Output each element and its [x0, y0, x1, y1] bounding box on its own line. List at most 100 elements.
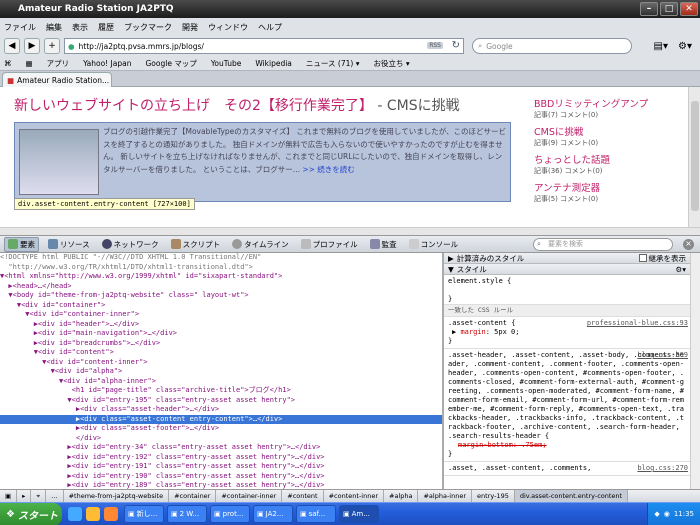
tray-icon[interactable]: ◆ [654, 510, 659, 518]
menu-develop[interactable]: 開発 [182, 22, 198, 33]
page-menu-icon[interactable]: ▤▾ [654, 41, 668, 52]
dom-node-line[interactable]: ▶<div id="entry-189" class="entry-asset … [0, 481, 442, 489]
taskbar-button[interactable]: ▣ JA2... [253, 505, 293, 523]
dom-node-line[interactable]: ▼<div id="container-inner"> [0, 310, 442, 320]
menu-edit[interactable]: 編集 [46, 22, 62, 33]
element-search-input[interactable]: 要素を検索 [533, 237, 673, 251]
breadcrumb-item[interactable]: #content-inner [324, 490, 385, 502]
settings-gear-icon[interactable]: ⚙▾ [678, 41, 692, 52]
computed-style-section[interactable]: ▶ 計算済みのスタイル 継承を表示 [444, 253, 690, 264]
ie-icon[interactable] [68, 507, 82, 521]
rss-badge[interactable]: RSS [427, 42, 443, 49]
dom-node-line[interactable]: ▶<div id="main-navigation">…</div> [0, 329, 442, 339]
rule-source-link[interactable]: professional-blue.css:93 [587, 319, 688, 328]
menu-file[interactable]: ファイル [4, 22, 36, 33]
css-rule-asset-content[interactable]: .asset-content { professional-blue.css:9… [444, 317, 690, 349]
top-sites-icon[interactable]: ▦ [26, 59, 33, 68]
dom-node-line[interactable]: ▼<div id="alpha"> [0, 367, 442, 377]
dom-node-line[interactable]: ▶<div id="header">…</div> [0, 320, 442, 330]
close-button[interactable]: ✕ [680, 2, 698, 16]
bookmark-yahoo[interactable]: Yahoo! Japan [83, 59, 131, 68]
bookmark-news[interactable]: ニュース (71) ▾ [306, 58, 360, 69]
taskbar-button[interactable]: ▣ 新し... [124, 505, 164, 523]
breadcrumb-item[interactable]: #alpha-inner [418, 490, 473, 502]
rule-source-link[interactable]: blog.css:270 [637, 464, 688, 473]
tab-resources[interactable]: リソース [45, 238, 93, 251]
dom-node-line[interactable]: ▶<div id="entry-190" class="entry-asset … [0, 472, 442, 482]
minimize-button[interactable]: – [640, 2, 658, 16]
dom-node-line[interactable]: ▼<div id="entry-195" class="entry-asset … [0, 396, 442, 406]
firefox-icon[interactable] [104, 507, 118, 521]
dom-node-line[interactable]: ▶<div id="entry-192" class="entry-asset … [0, 453, 442, 463]
taskbar-button[interactable]: ▣ 2 W... [167, 505, 207, 523]
breadcrumb-item[interactable]: entry-195 [472, 490, 515, 502]
bookmark-youtube[interactable]: YouTube [211, 59, 242, 68]
breadcrumb-item[interactable]: #theme-from-ja2ptq-website [64, 490, 170, 502]
dom-node-line[interactable]: "http://www.w3.org/TR/xhtml1/DTD/xhtml1-… [0, 263, 442, 273]
back-button[interactable]: ◀ [4, 38, 20, 54]
css-rule-blog[interactable]: blog.css:309 .asset-header, .asset-conte… [444, 349, 690, 462]
overridden-property[interactable]: margin-bottom: .75em; [448, 441, 686, 450]
read-more-link[interactable]: >> 続きを読む [302, 165, 354, 174]
menu-history[interactable]: 履歴 [98, 22, 114, 33]
dom-node-line[interactable]: ▶<div class="asset-content entry-content… [0, 414, 442, 424]
start-button[interactable]: ❖ スタート [0, 502, 62, 525]
reload-icon[interactable]: ↻ [452, 40, 460, 51]
bookmark-useful[interactable]: お役立ち ▾ [373, 58, 409, 69]
close-inspector-icon[interactable]: × [683, 238, 694, 250]
tab-audits[interactable]: 監査 [367, 238, 400, 251]
reading-list-icon[interactable]: ⌘ [4, 59, 12, 68]
breadcrumb-item-selected[interactable]: div.asset-content.entry-content [514, 490, 629, 502]
page-title[interactable]: 新しいウェブサイトの立ち上げ その2【移行作業完了】 - CMSに挑戦 [14, 95, 460, 115]
clock[interactable]: 11:35 [674, 510, 694, 518]
maximize-button[interactable]: □ [660, 2, 678, 16]
dom-node-line[interactable]: ▶<div class="asset-header">…</div> [0, 405, 442, 415]
tray-icon[interactable]: ◉ [664, 510, 670, 518]
category-link[interactable]: BBDリミッティングアンプ [534, 96, 684, 110]
page-horizontal-scrollbar[interactable] [0, 227, 700, 235]
bookmark-apps[interactable]: アプリ [47, 58, 70, 69]
breadcrumb-item[interactable]: #content [282, 490, 324, 502]
rule-property[interactable]: ▶ margin: 5px 0; [448, 328, 686, 337]
breadcrumb-item[interactable]: #alpha [384, 490, 419, 502]
tab-profiles[interactable]: プロファイル [298, 238, 361, 251]
menu-bookmarks[interactable]: ブックマーク [124, 22, 172, 33]
tab-scripts[interactable]: スクリプト [168, 238, 224, 251]
menu-help[interactable]: ヘルプ [258, 22, 282, 33]
bookmark-wikipedia[interactable]: Wikipedia [255, 59, 292, 68]
scrollbar-thumb[interactable] [691, 101, 699, 211]
breadcrumb-item[interactable]: #container [169, 490, 217, 502]
dom-node-line[interactable]: ▼<div id="container"> [0, 301, 442, 311]
dom-node-line[interactable]: ▶<div id="breadcrumbs">…</div> [0, 339, 442, 349]
dom-node-line[interactable]: ▼<html xmlns="http://www.w3.org/1999/xht… [0, 272, 442, 282]
article-thumbnail[interactable] [19, 129, 99, 195]
dom-node-line[interactable]: ▼<div id="content-inner"> [0, 358, 442, 368]
search-field[interactable]: ⌕ Google [472, 38, 632, 54]
media-icon[interactable] [86, 507, 100, 521]
taskbar-button[interactable]: ▣ saf... [296, 505, 336, 523]
styles-gear-icon[interactable]: ⚙▾ [676, 265, 687, 274]
dom-node-line[interactable]: ▶<head>…</head> [0, 282, 442, 292]
dom-node-line[interactable]: </div> [0, 434, 442, 444]
styles-scrollbar[interactable] [690, 253, 700, 489]
tab-amateur-radio[interactable]: ■ Amateur Radio Station... [2, 72, 112, 87]
dom-node-line[interactable]: ▶<div id="entry-191" class="entry-asset … [0, 462, 442, 472]
dom-node-line[interactable]: ▶<div class="asset-footer">…</div> [0, 424, 442, 434]
rule-source-link[interactable]: blog.css:309 [637, 351, 688, 360]
tab-network[interactable]: ネットワーク [99, 238, 162, 251]
dom-node-line[interactable]: ▼<div id="content"> [0, 348, 442, 358]
inspect-icon[interactable]: ⌖ [31, 490, 47, 502]
dom-node-line[interactable]: ▶<div id="entry-34" class="entry-asset a… [0, 443, 442, 453]
tab-console[interactable]: コンソール [406, 238, 462, 251]
console-toggle-icon[interactable]: ▸ [17, 490, 32, 502]
category-link[interactable]: アンテナ測定器 [534, 180, 684, 194]
menu-view[interactable]: 表示 [72, 22, 88, 33]
forward-button[interactable]: ▶ [24, 38, 40, 54]
tab-timeline[interactable]: タイムライン [229, 238, 291, 251]
menu-window[interactable]: ウィンドウ [208, 22, 248, 33]
tab-elements[interactable]: 要素 [4, 236, 39, 252]
dom-node-line[interactable]: ▼<body id="theme-from-ja2ptq-website" cl… [0, 291, 442, 301]
breadcrumb-item[interactable]: #container-inner [216, 490, 283, 502]
address-bar[interactable]: ● http://ja2ptq.pvsa.mmrs.jp/blogs/ RSS … [64, 38, 464, 54]
css-rule-asset[interactable]: blog.css:270 .asset, .asset-content, .co… [444, 462, 690, 476]
